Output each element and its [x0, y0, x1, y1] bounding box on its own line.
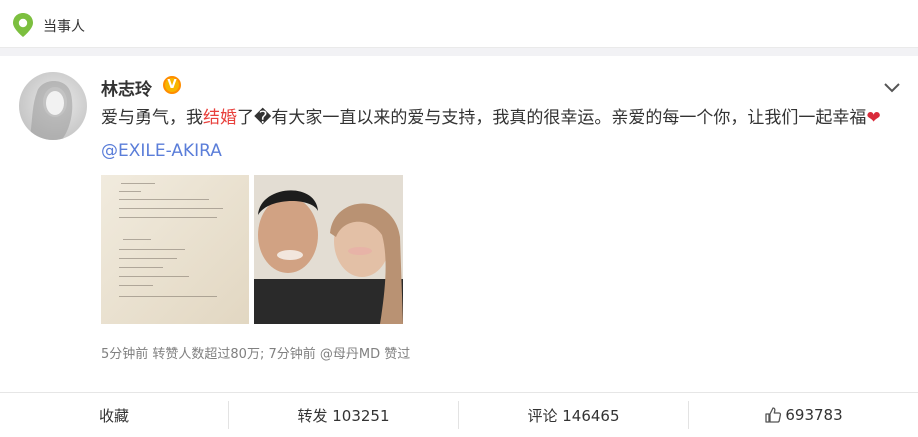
post-meta: 5分钟前 转赞人数超过80万; 7分钟前 @母丹MD 赞过 — [101, 347, 411, 362]
photo-couple[interactable] — [254, 175, 403, 324]
repost-button[interactable]: 转发 103251 — [229, 393, 458, 437]
action-bar: 收藏 转发 103251 评论 146465 693783 — [0, 393, 918, 437]
verified-badge-icon: V — [163, 76, 181, 94]
topic-label[interactable]: 当事人 — [43, 16, 85, 36]
collect-button[interactable]: 收藏 — [0, 393, 228, 437]
highlight-keyword[interactable]: 结婚 — [203, 108, 237, 128]
photo-letter[interactable] — [101, 175, 249, 324]
chevron-down-icon[interactable] — [883, 82, 901, 94]
avatar[interactable] — [19, 72, 87, 140]
post-card: 林志玲 V 爱与勇气，我结婚了�有大家一直以来的爱与支持，我真的很幸运。亲爱的每… — [0, 56, 918, 437]
location-icon — [13, 13, 33, 37]
topbar: 当事人 — [0, 0, 918, 48]
comment-button[interactable]: 评论 146465 — [459, 393, 688, 437]
username[interactable]: 林志玲 — [101, 75, 152, 100]
mention-link[interactable]: @EXILE-AKIRA — [101, 141, 222, 161]
thumbs-up-icon — [765, 407, 782, 423]
post-text: 爱与勇气，我结婚了�有大家一直以来的爱与支持，我真的很幸运。亲爱的每一个你，让我… — [101, 108, 881, 161]
avatar-image — [29, 81, 73, 140]
like-button[interactable]: 693783 — [689, 393, 918, 437]
heart-icon: ❤ — [866, 108, 881, 128]
